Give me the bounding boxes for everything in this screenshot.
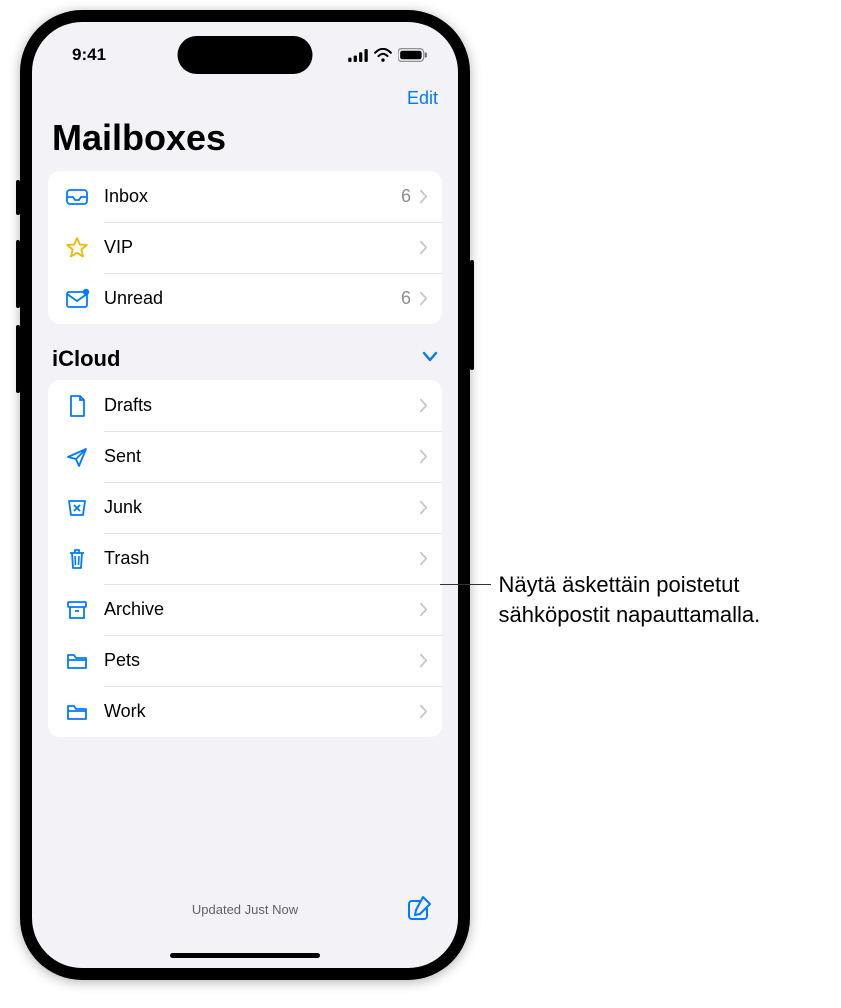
mailbox-count: 6: [401, 288, 411, 309]
chevron-right-icon: [419, 240, 428, 255]
page-title: Mailboxes: [32, 113, 458, 171]
folder-icon: [64, 648, 104, 674]
trash-icon: [64, 546, 104, 572]
unread-icon: [64, 286, 104, 312]
mailbox-count: 6: [401, 186, 411, 207]
chevron-down-icon: [422, 350, 438, 368]
chevron-right-icon: [419, 602, 428, 617]
folder-label: Pets: [104, 650, 419, 671]
folder-label: Trash: [104, 548, 419, 569]
annotation-callout: Näytä äskettäin poistetut sähköpostit na…: [440, 570, 820, 629]
folder-row-work[interactable]: Work: [48, 686, 442, 737]
compose-button[interactable]: [406, 894, 434, 925]
mailbox-label: VIP: [104, 237, 411, 258]
nav-bar: Edit: [32, 78, 458, 113]
chevron-right-icon: [419, 449, 428, 464]
mailbox-row-vip[interactable]: VIP: [48, 222, 442, 273]
chevron-right-icon: [419, 551, 428, 566]
mailbox-list: Inbox 6 VIP Unread 6: [48, 171, 442, 324]
folder-icon: [64, 699, 104, 725]
compose-icon: [406, 894, 434, 922]
status-text: Updated Just Now: [192, 902, 298, 917]
chevron-right-icon: [419, 398, 428, 413]
phone-side-button: [16, 240, 20, 308]
chevron-right-icon: [419, 189, 428, 204]
chevron-right-icon: [419, 291, 428, 306]
screen: 9:41 Edit Mailboxes Inbox 6 VIP: [32, 22, 458, 968]
inbox-icon: [64, 184, 104, 210]
folder-label: Junk: [104, 497, 419, 518]
callout-text: Näytä äskettäin poistetut sähköpostit na…: [491, 570, 820, 629]
sent-icon: [64, 444, 104, 470]
star-icon: [64, 235, 104, 261]
folder-label: Archive: [104, 599, 419, 620]
status-time: 9:41: [72, 45, 106, 65]
phone-side-button: [16, 180, 20, 215]
chevron-right-icon: [419, 653, 428, 668]
mailbox-row-inbox[interactable]: Inbox 6: [48, 171, 442, 222]
folder-row-sent[interactable]: Sent: [48, 431, 442, 482]
folder-label: Drafts: [104, 395, 419, 416]
section-title: iCloud: [52, 346, 120, 372]
dynamic-island: [178, 36, 313, 74]
home-indicator: [170, 953, 320, 958]
folder-row-trash[interactable]: Trash: [48, 533, 442, 584]
mailbox-row-unread[interactable]: Unread 6: [48, 273, 442, 324]
junk-icon: [64, 495, 104, 521]
phone-side-button: [16, 325, 20, 393]
archive-icon: [64, 597, 104, 623]
folder-label: Sent: [104, 446, 419, 467]
battery-icon: [398, 48, 428, 62]
wifi-icon: [374, 48, 392, 62]
folder-row-drafts[interactable]: Drafts: [48, 380, 442, 431]
iphone-frame: 9:41 Edit Mailboxes Inbox 6 VIP: [20, 10, 470, 980]
folder-row-pets[interactable]: Pets: [48, 635, 442, 686]
folder-row-archive[interactable]: Archive: [48, 584, 442, 635]
edit-button[interactable]: Edit: [407, 88, 438, 109]
status-icons: [348, 48, 428, 62]
cellular-icon: [348, 49, 368, 62]
mailbox-label: Unread: [104, 288, 401, 309]
section-header-icloud[interactable]: iCloud: [32, 346, 458, 380]
phone-side-button: [470, 260, 474, 370]
chevron-right-icon: [419, 500, 428, 515]
folder-label: Work: [104, 701, 419, 722]
folder-row-junk[interactable]: Junk: [48, 482, 442, 533]
icloud-folder-list: Drafts Sent Junk Trash Archive: [48, 380, 442, 737]
mailbox-label: Inbox: [104, 186, 401, 207]
chevron-right-icon: [419, 704, 428, 719]
drafts-icon: [64, 393, 104, 419]
callout-leader-line: [440, 584, 491, 585]
